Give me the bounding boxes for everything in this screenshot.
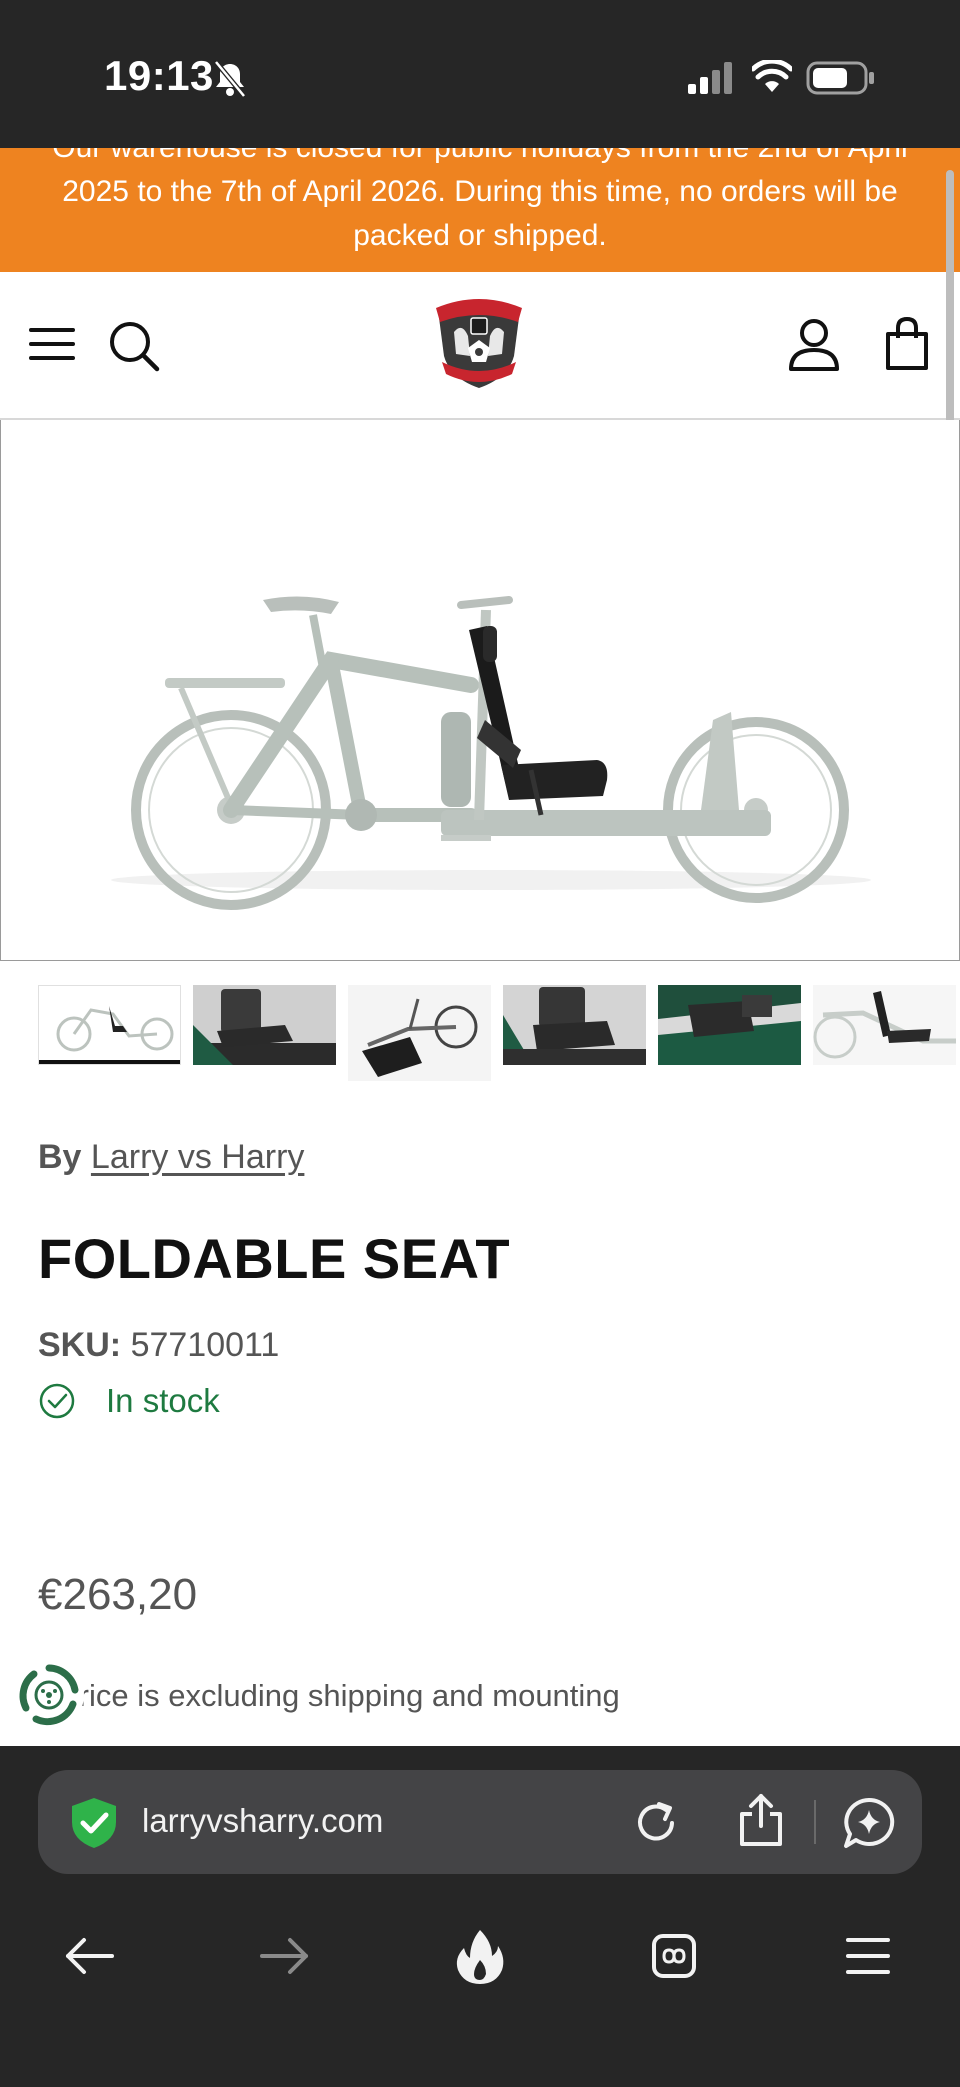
check-circle-icon xyxy=(39,1383,75,1419)
browser-nav-row xyxy=(0,1924,960,2004)
account-icon[interactable] xyxy=(788,318,840,372)
stock-status-text: In stock xyxy=(106,1382,220,1419)
back-icon[interactable] xyxy=(58,1924,122,1988)
thumbnail-image xyxy=(193,985,336,1065)
product-title: FOLDABLE SEAT xyxy=(38,1227,511,1290)
active-thumbnail-indicator xyxy=(39,1060,180,1064)
product-main-image[interactable] xyxy=(0,420,960,961)
sku-value: 57710011 xyxy=(130,1326,280,1364)
thumbnail-2[interactable] xyxy=(193,985,336,1065)
thumbnail-1[interactable] xyxy=(38,985,181,1065)
announcement-banner: Our warehouse is closed for public holid… xyxy=(0,148,960,272)
brand-link[interactable]: Larry vs Harry xyxy=(91,1138,304,1176)
thumbnail-3[interactable] xyxy=(348,985,491,1081)
eco-badge-icon[interactable] xyxy=(14,1660,84,1730)
brand-line: By Larry vs Harry xyxy=(38,1138,304,1177)
cargo-bike-with-seat-image xyxy=(111,596,871,910)
flame-icon[interactable] xyxy=(448,1924,512,1988)
address-bar-divider xyxy=(814,1800,816,1844)
thumbnail-strip[interactable] xyxy=(38,985,960,1085)
shield-check-icon[interactable] xyxy=(68,1796,120,1850)
announcement-text: Our warehouse is closed for public holid… xyxy=(52,148,907,252)
sku-label: SKU: xyxy=(38,1326,122,1364)
reload-icon[interactable] xyxy=(632,1798,682,1848)
larry-vs-harry-logo[interactable] xyxy=(428,292,530,392)
thumbnail-image xyxy=(503,985,646,1065)
by-label: By xyxy=(38,1138,82,1176)
assistant-icon[interactable] xyxy=(842,1796,896,1850)
thumbnail-image xyxy=(56,1006,174,1052)
search-icon[interactable] xyxy=(108,320,160,372)
cart-icon[interactable] xyxy=(884,316,930,372)
thumbnail-6[interactable] xyxy=(813,985,956,1065)
price-note: Price is excluding shipping and mounting xyxy=(58,1678,620,1713)
sku-line: SKU: 57710011 xyxy=(38,1326,279,1365)
cellular-signal-icon xyxy=(688,62,732,94)
menu-icon[interactable] xyxy=(28,324,78,364)
tabs-icon[interactable] xyxy=(642,1924,706,1988)
thumbnail-image xyxy=(658,985,801,1065)
battery-icon xyxy=(806,61,874,95)
thumbnail-5[interactable] xyxy=(658,985,801,1065)
thumbnail-image xyxy=(813,985,956,1065)
wifi-icon xyxy=(752,60,792,92)
status-time: 19:13 xyxy=(104,52,214,99)
forward-icon[interactable] xyxy=(252,1924,316,1988)
thumbnail-image xyxy=(348,985,491,1081)
status-bar: 19:13 xyxy=(0,0,960,148)
url-text[interactable]: larryvsharry.com xyxy=(142,1802,383,1840)
product-price: €263,20 xyxy=(38,1570,198,1619)
bell-muted-icon xyxy=(214,60,246,98)
thumbnail-4[interactable] xyxy=(503,985,646,1065)
address-bar[interactable]: larryvsharry.com xyxy=(38,1770,922,1874)
browser-menu-icon[interactable] xyxy=(836,1924,900,1988)
browser-toolbar: larryvsharry.com xyxy=(0,1746,960,2087)
share-icon[interactable] xyxy=(736,1792,786,1848)
site-header xyxy=(0,272,960,420)
